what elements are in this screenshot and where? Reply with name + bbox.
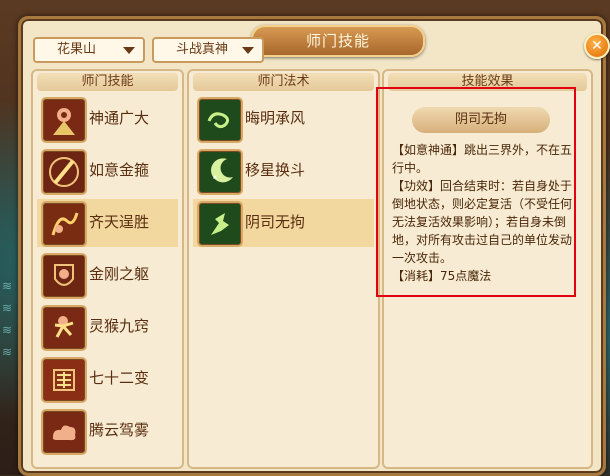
skill-item[interactable]: 腾云驾雾 [37,407,178,455]
skill-label: 七十二变 [89,369,150,387]
skill-item[interactable]: 神通广大 [37,95,178,143]
category-dropdown[interactable]: 斗战真神 [152,37,264,63]
spell-label: 阴司无拘 [245,213,306,231]
skill-label: 神通广大 [89,109,150,127]
spell-item[interactable]: 晦明承风 [193,95,374,143]
school-dropdown[interactable]: 花果山 [33,37,145,63]
chevron-down-icon [123,47,135,54]
skill-label: 金刚之躯 [89,265,150,283]
skill-item[interactable]: 如意金箍 [37,147,178,195]
skill-label: 灵猴九窍 [89,317,150,335]
skill-item[interactable]: 金刚之躯 [37,251,178,299]
background-decoration: ≋ ≋ ≋ ≋ [2,279,13,359]
skills-column-header: 师门技能 [37,73,178,91]
skill-label: 齐天逞胜 [89,213,150,231]
highlight-frame [376,87,576,297]
skill-label: 腾云驾雾 [89,421,150,439]
skills-column: 师门技能 神通广大 如意金箍 齐天逞胜 金刚之躯 灵猴九窍 七十二变 腾云驾雾 [31,69,184,469]
cloud-icon [41,409,87,455]
spells-column: 师门法术 晦明承风 移星换斗 阴司无拘 [187,69,380,469]
chevron-down-icon [242,47,254,54]
spell-item-selected[interactable]: 阴司无拘 [193,199,374,247]
skill-item[interactable]: 七十二变 [37,355,178,403]
spell-label: 移星换斗 [245,161,306,179]
skill-item[interactable]: 灵猴九窍 [37,303,178,351]
skill-label: 如意金箍 [89,161,150,179]
golden-staff-icon [41,149,87,195]
wind-swirl-icon [197,97,243,143]
category-dropdown-value: 斗战真神 [176,42,229,57]
armor-icon [41,253,87,299]
skill-item-selected[interactable]: 齐天逞胜 [37,199,178,247]
monkey-king-icon [41,97,87,143]
window-title: 师门技能 [251,25,425,57]
school-dropdown-value: 花果山 [57,42,97,57]
fire-whip-icon [41,201,87,247]
agile-monkey-icon [41,305,87,351]
transform-glyph-icon [41,357,87,403]
close-icon[interactable]: ✕ [584,33,610,59]
ghost-escape-icon [197,201,243,247]
star-shift-icon [197,149,243,195]
spell-label: 晦明承风 [245,109,306,127]
spell-item[interactable]: 移星换斗 [193,147,374,195]
spells-column-header: 师门法术 [193,73,374,91]
